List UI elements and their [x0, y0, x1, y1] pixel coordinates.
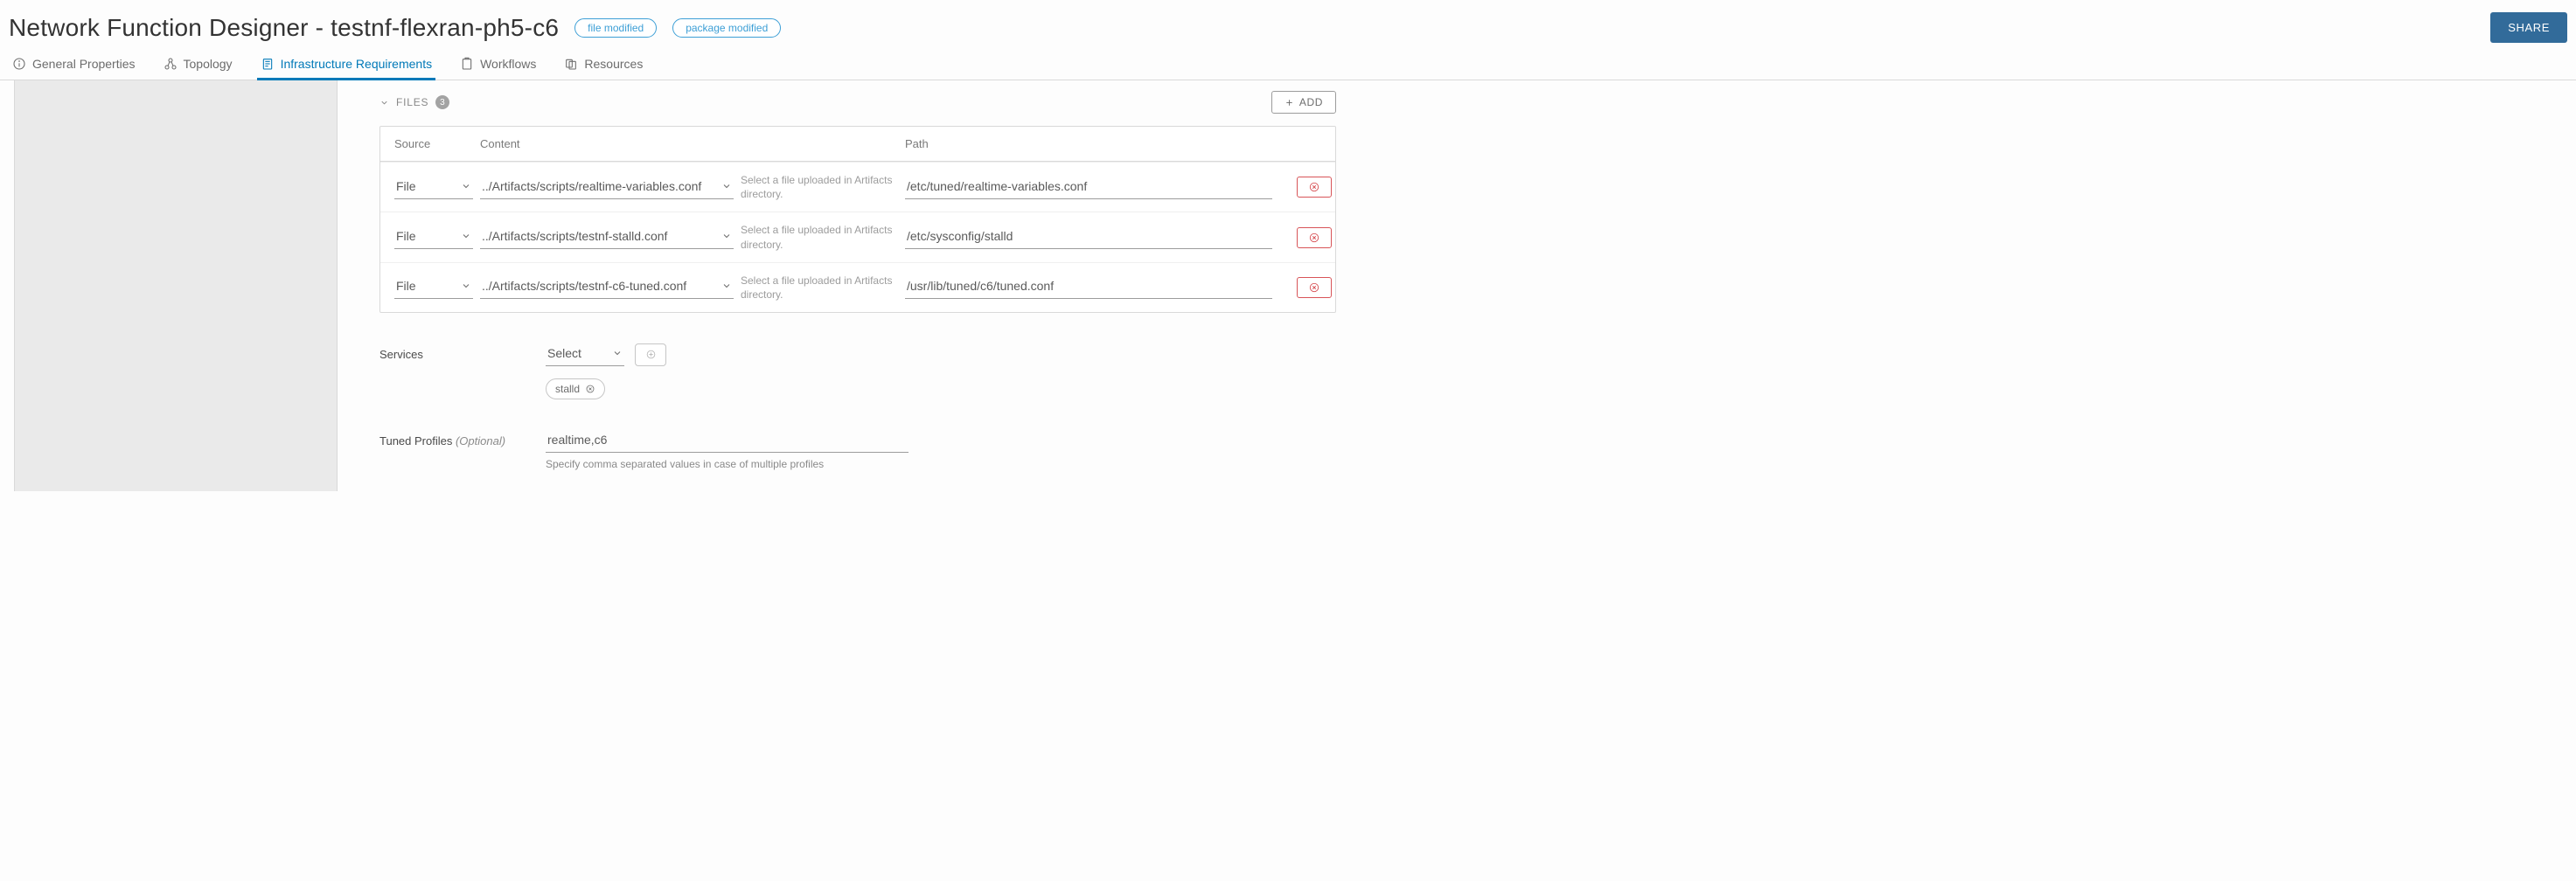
col-content: Content [480, 137, 734, 150]
tuned-help: Specify comma separated values in case o… [546, 458, 1336, 470]
path-value: /usr/lib/tuned/c6/tuned.conf [907, 279, 1054, 293]
content-select[interactable]: ../Artifacts/scripts/realtime-variables.… [480, 176, 734, 199]
content-value: ../Artifacts/scripts/testnf-c6-tuned.con… [482, 279, 686, 293]
main-content: FILES 3 ADD Source Content Path File [338, 80, 1352, 491]
page-header: Network Function Designer - testnf-flexr… [0, 0, 2576, 50]
plus-circle-icon [645, 349, 657, 360]
source-value: File [396, 229, 416, 243]
remove-tag-icon [585, 384, 595, 394]
content-hint: Select a file uploaded in Artifacts dire… [741, 274, 898, 302]
chevron-down-icon [379, 98, 389, 108]
col-path: Path [905, 137, 1272, 150]
tuned-label-text: Tuned Profiles [379, 434, 452, 447]
source-select[interactable]: File [394, 225, 473, 249]
tab-topology[interactable]: Topology [160, 50, 236, 80]
topology-icon [164, 57, 178, 71]
service-tag[interactable]: stalld [546, 378, 605, 399]
left-gap [0, 80, 14, 491]
tab-label: Topology [184, 57, 233, 71]
source-select[interactable]: File [394, 176, 473, 199]
content-hint: Select a file uploaded in Artifacts dire… [741, 223, 898, 251]
services-select-value: Select [547, 346, 581, 360]
chevron-down-icon [461, 181, 471, 191]
tab-label: Resources [584, 57, 643, 71]
tuned-value: realtime,c6 [547, 433, 607, 447]
info-icon [12, 57, 26, 71]
chevron-down-icon [721, 181, 732, 191]
add-label: ADD [1299, 96, 1323, 108]
files-section-header: FILES 3 ADD [379, 91, 1336, 114]
share-button[interactable]: SHARE [2490, 12, 2567, 43]
delete-row-button[interactable] [1297, 277, 1332, 298]
tab-workflows[interactable]: Workflows [456, 50, 540, 80]
col-source: Source [394, 137, 473, 150]
table-row: File ../Artifacts/scripts/testnf-stalld.… [380, 212, 1335, 261]
path-value: /etc/tuned/realtime-variables.conf [907, 179, 1087, 193]
files-label: FILES [396, 96, 428, 108]
workflows-icon [460, 57, 474, 71]
content-value: ../Artifacts/scripts/realtime-variables.… [482, 179, 701, 193]
tuned-input[interactable]: realtime,c6 [546, 429, 909, 453]
path-value: /etc/sysconfig/stalld [907, 229, 1013, 243]
files-table: Source Content Path File ../Artifacts/sc… [379, 126, 1336, 313]
source-select[interactable]: File [394, 275, 473, 299]
delete-circle-icon [1308, 232, 1320, 244]
services-label: Services [379, 343, 537, 361]
tab-label: Infrastructure Requirements [281, 57, 433, 71]
services-select-row: Select [546, 343, 1336, 366]
title-wrap: Network Function Designer - testnf-flexr… [9, 14, 781, 42]
content-hint: Select a file uploaded in Artifacts dire… [741, 173, 898, 201]
requirements-icon [261, 57, 275, 71]
chevron-down-icon [612, 348, 623, 358]
path-input[interactable]: /usr/lib/tuned/c6/tuned.conf [905, 275, 1272, 299]
delete-circle-icon [1308, 281, 1320, 294]
services-select[interactable]: Select [546, 343, 624, 366]
chevron-down-icon [461, 281, 471, 291]
page-title: Network Function Designer - testnf-flexr… [9, 14, 559, 42]
path-input[interactable]: /etc/sysconfig/stalld [905, 225, 1272, 249]
package-modified-badge: package modified [672, 18, 781, 38]
table-row: File ../Artifacts/scripts/realtime-varia… [380, 162, 1335, 212]
add-service-button[interactable] [635, 343, 666, 366]
tab-label: General Properties [32, 57, 136, 71]
content-select[interactable]: ../Artifacts/scripts/testnf-c6-tuned.con… [480, 275, 734, 299]
tuned-control: realtime,c6 Specify comma separated valu… [546, 429, 1336, 470]
delete-circle-icon [1308, 181, 1320, 193]
add-file-button[interactable]: ADD [1271, 91, 1336, 114]
tuned-row: Tuned Profiles (Optional) realtime,c6 Sp… [379, 429, 1336, 470]
table-row: File ../Artifacts/scripts/testnf-c6-tune… [380, 262, 1335, 312]
resources-icon [564, 57, 578, 71]
plus-icon [1285, 98, 1294, 108]
left-panel [14, 80, 338, 491]
tabs: General Properties Topology Infrastructu… [0, 50, 2576, 80]
delete-row-button[interactable] [1297, 227, 1332, 248]
body-area: FILES 3 ADD Source Content Path File [0, 80, 2576, 491]
tab-infrastructure-requirements[interactable]: Infrastructure Requirements [257, 50, 436, 80]
file-modified-badge: file modified [574, 18, 657, 38]
content-value: ../Artifacts/scripts/testnf-stalld.conf [482, 229, 667, 243]
tab-general-properties[interactable]: General Properties [9, 50, 139, 80]
service-tag-label: stalld [555, 383, 580, 395]
source-value: File [396, 279, 416, 293]
services-row: Services Select stalld [379, 343, 1336, 399]
chevron-down-icon [461, 231, 471, 241]
chevron-down-icon [721, 281, 732, 291]
content-select[interactable]: ../Artifacts/scripts/testnf-stalld.conf [480, 225, 734, 249]
path-input[interactable]: /etc/tuned/realtime-variables.conf [905, 176, 1272, 199]
delete-row-button[interactable] [1297, 177, 1332, 198]
source-value: File [396, 179, 416, 193]
files-table-head: Source Content Path [380, 127, 1335, 162]
tuned-label: Tuned Profiles (Optional) [379, 429, 537, 447]
files-section-toggle[interactable]: FILES 3 [379, 95, 449, 109]
tuned-optional: (Optional) [456, 434, 505, 447]
services-control: Select stalld [546, 343, 1336, 399]
chevron-down-icon [721, 231, 732, 241]
tab-resources[interactable]: Resources [560, 50, 646, 80]
tab-label: Workflows [480, 57, 536, 71]
files-count-badge: 3 [435, 95, 449, 109]
